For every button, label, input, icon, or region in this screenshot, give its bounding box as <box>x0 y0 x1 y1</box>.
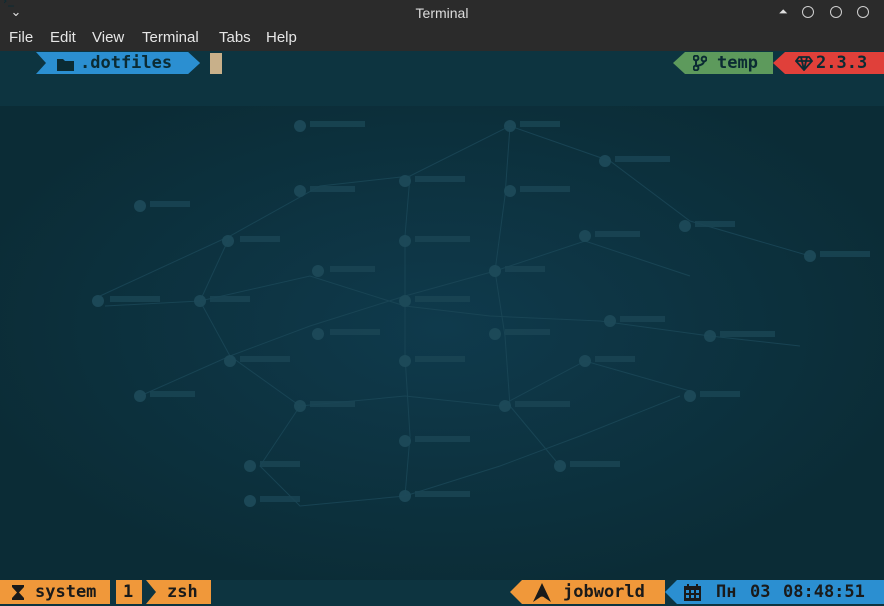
day-of-month: 03 <box>750 582 771 602</box>
text-cursor <box>210 53 222 74</box>
window-title: Terminal <box>415 5 469 21</box>
tmux-status-bar: system 1 zsh jobworld Пн 03 08:48:51 <box>0 580 884 606</box>
terminal-window: ⌄ Terminal ⏶ File Edit View Terminal Tab… <box>0 0 884 606</box>
git-branch-name: temp <box>717 53 758 73</box>
ruby-gem-icon <box>794 56 814 72</box>
menu-help[interactable]: Help <box>266 29 297 46</box>
prompt-directory: .dotfiles <box>80 53 173 73</box>
menu-view[interactable]: View <box>92 29 124 46</box>
window-index[interactable]: 1 <box>123 580 133 604</box>
directory-segment-tail <box>186 52 200 74</box>
day-of-week: Пн <box>716 582 737 602</box>
maximize-button[interactable] <box>830 6 842 18</box>
menu-file[interactable]: File <box>9 29 33 46</box>
calendar-icon <box>684 584 701 601</box>
hostname: jobworld <box>563 582 645 602</box>
menu-terminal[interactable]: Terminal <box>142 29 199 46</box>
ruby-version: 2.3.3 <box>816 53 868 73</box>
terminal-output[interactable] <box>0 51 884 606</box>
session-name: system <box>35 582 97 602</box>
title-bar: ⌄ Terminal ⏶ <box>0 0 884 26</box>
folder-icon <box>57 56 74 71</box>
menu-bar: File Edit View Terminal Tabs Help <box>0 26 884 51</box>
menu-edit[interactable]: Edit <box>50 29 76 46</box>
background-wallpaper <box>0 106 884 598</box>
close-button[interactable] <box>857 6 869 18</box>
menu-tabs[interactable]: Tabs <box>219 29 251 46</box>
window-shell-name[interactable]: zsh <box>167 580 198 604</box>
git-branch-icon <box>692 54 708 72</box>
arch-logo-icon <box>532 583 552 602</box>
minimize-button[interactable] <box>802 6 814 18</box>
keep-above-icon[interactable]: ⏶ <box>776 4 790 20</box>
hourglass-icon <box>11 584 25 601</box>
clock-time: 08:48:51 <box>783 582 865 602</box>
